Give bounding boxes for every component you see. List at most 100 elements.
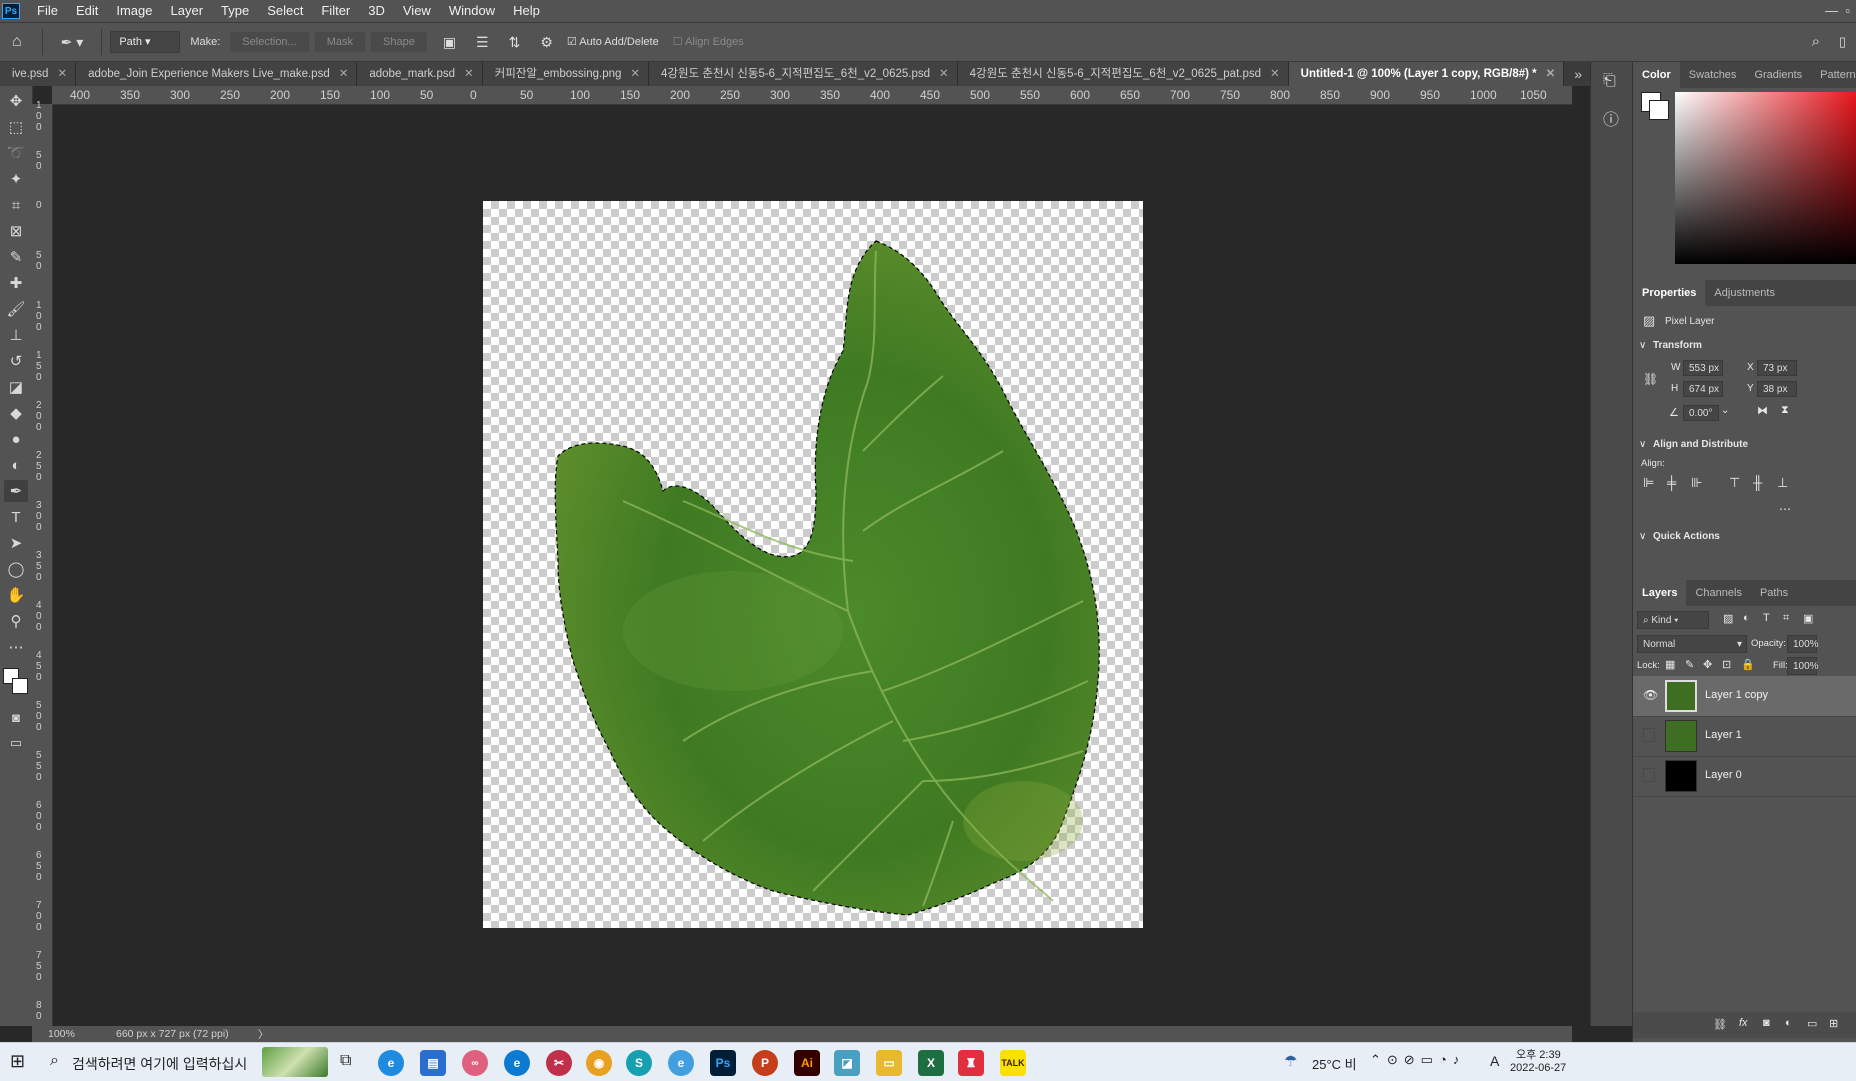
kakaotalk-icon[interactable]: TALK bbox=[1000, 1050, 1026, 1076]
align-middle-v-icon[interactable]: ╫ bbox=[1753, 475, 1762, 490]
eye-icon[interactable]: 👁 bbox=[1643, 688, 1658, 702]
width-field[interactable]: 553 px bbox=[1683, 360, 1723, 376]
menu-3d[interactable]: 3D bbox=[359, 0, 394, 22]
new-group-icon[interactable]: ▭ bbox=[1807, 1017, 1817, 1030]
fx-icon[interactable]: fx bbox=[1739, 1017, 1748, 1029]
chevron-down-icon[interactable]: ∨ bbox=[1639, 340, 1646, 351]
close-icon[interactable]: ✕ bbox=[1270, 68, 1280, 80]
filter-adjustment-icon[interactable]: ◐ bbox=[1743, 612, 1750, 624]
angle-field[interactable]: 0.00° bbox=[1683, 405, 1719, 421]
align-edges-checkbox[interactable]: ☐ Align Edges bbox=[663, 31, 754, 53]
make-selection-button[interactable]: Selection... bbox=[230, 32, 309, 52]
task-view-icon[interactable]: ⧉ bbox=[340, 1052, 351, 1070]
excel-icon[interactable]: X bbox=[918, 1050, 944, 1076]
move-tool-icon[interactable]: ✥ bbox=[4, 90, 28, 112]
filter-shape-icon[interactable]: ⌗ bbox=[1783, 612, 1789, 625]
align-center-h-icon[interactable]: ╪ bbox=[1667, 475, 1676, 490]
add-mask-icon[interactable]: ◙ bbox=[1763, 1017, 1770, 1029]
snipping-icon[interactable]: ✂ bbox=[546, 1050, 572, 1076]
adjustment-layer-icon[interactable]: ◐ bbox=[1785, 1017, 1792, 1029]
edge-icon[interactable]: e bbox=[504, 1050, 530, 1076]
link-icon[interactable]: ⛓ bbox=[1643, 372, 1658, 386]
ie-icon[interactable]: e bbox=[378, 1050, 404, 1076]
chevron-down-icon[interactable]: ∨ bbox=[1639, 439, 1646, 450]
layer-filter-kind-select[interactable]: ⌕ Kind ▾ bbox=[1637, 611, 1709, 629]
close-icon[interactable]: ✕ bbox=[939, 68, 949, 80]
tab-adjustments[interactable]: Adjustments bbox=[1705, 280, 1784, 306]
type-tool-icon[interactable]: T bbox=[4, 506, 28, 528]
align-top-icon[interactable]: ⊤ bbox=[1729, 475, 1740, 491]
tab-swatches[interactable]: Swatches bbox=[1680, 62, 1746, 88]
filter-type-icon[interactable]: T bbox=[1763, 612, 1770, 624]
blend-mode-select[interactable]: Normal ▾ bbox=[1637, 635, 1747, 653]
flip-vertical-icon[interactable]: ⧗ bbox=[1781, 404, 1789, 417]
document-canvas[interactable] bbox=[483, 201, 1143, 928]
zoom-level[interactable]: 100% bbox=[48, 1028, 75, 1040]
layer-row[interactable]: Layer 0 bbox=[1633, 756, 1856, 797]
app-icon[interactable]: ♜ bbox=[958, 1050, 984, 1076]
quick-mask-icon[interactable]: ◙ bbox=[4, 706, 28, 728]
search-icon[interactable]: ⌕ bbox=[1802, 31, 1830, 53]
close-icon[interactable]: ✕ bbox=[339, 68, 349, 80]
layer-name[interactable]: Layer 1 bbox=[1705, 729, 1742, 741]
visibility-toggle[interactable] bbox=[1643, 768, 1655, 782]
healing-brush-tool-icon[interactable]: ✚ bbox=[4, 272, 28, 294]
menu-window[interactable]: Window bbox=[440, 0, 504, 22]
menu-edit[interactable]: Edit bbox=[67, 0, 107, 22]
close-icon[interactable]: ✕ bbox=[464, 68, 474, 80]
chevron-right-icon[interactable]: 〉 bbox=[258, 1027, 269, 1042]
background-color-chip[interactable] bbox=[1649, 100, 1669, 120]
menu-help[interactable]: Help bbox=[504, 0, 549, 22]
y-field[interactable]: 38 px bbox=[1757, 381, 1797, 397]
menu-filter[interactable]: Filter bbox=[312, 0, 359, 22]
more-tools-icon[interactable]: ⋯ bbox=[4, 636, 28, 658]
brush-tool-icon[interactable]: 🖌 bbox=[4, 298, 28, 320]
powerpoint-icon[interactable]: P bbox=[752, 1050, 778, 1076]
stamp-tool-icon[interactable]: ⊥ bbox=[4, 324, 28, 346]
pen-mode-select[interactable]: Path ▾ bbox=[110, 31, 181, 53]
screen-mode-icon[interactable]: ▭ bbox=[4, 732, 28, 754]
taskbar-search-input[interactable]: 검색하려면 여기에 입력하십시 bbox=[72, 1054, 247, 1074]
lock-all-icon[interactable]: 🔒 bbox=[1741, 658, 1755, 671]
history-brush-tool-icon[interactable]: ↺ bbox=[4, 350, 28, 372]
minimize-icon[interactable]: — ▫ bbox=[1825, 0, 1850, 22]
windows-start-icon[interactable]: ⊞ bbox=[10, 1051, 25, 1072]
tab-document[interactable]: 4강원도 춘천시 신동5-6_지적편집도_6천_v2_0625.psd ✕ bbox=[649, 62, 958, 86]
clock-time[interactable]: 오후 2:39 bbox=[1516, 1046, 1561, 1062]
crop-tool-icon[interactable]: ⌗ bbox=[4, 194, 28, 216]
weather-text[interactable]: 25°C 비 bbox=[1312, 1054, 1357, 1073]
tab-paths[interactable]: Paths bbox=[1751, 580, 1797, 606]
search-icon[interactable]: ⌕ bbox=[50, 1052, 59, 1070]
store-icon[interactable]: ▤ bbox=[420, 1050, 446, 1076]
tab-document[interactable]: adobe_mark.psd ✕ bbox=[357, 62, 483, 86]
zoom-tool-icon[interactable]: ⚲ bbox=[4, 610, 28, 632]
visibility-toggle[interactable] bbox=[1643, 728, 1655, 742]
make-shape-button[interactable]: Shape bbox=[371, 32, 427, 52]
lock-artboard-icon[interactable]: ⊡ bbox=[1722, 658, 1731, 671]
close-icon[interactable]: ✕ bbox=[1546, 68, 1556, 80]
chevron-down-icon[interactable]: ⌄ bbox=[1721, 405, 1729, 416]
eyedropper-tool-icon[interactable]: ✎ bbox=[4, 246, 28, 268]
pen-tool-icon[interactable]: ✒ bbox=[4, 480, 28, 502]
layer-row[interactable]: Layer 1 bbox=[1633, 716, 1856, 757]
color-picker-field[interactable] bbox=[1675, 92, 1856, 264]
path-operations-icon[interactable]: ▣ bbox=[433, 31, 466, 53]
home-icon[interactable]: ⌂ bbox=[0, 31, 34, 53]
menu-layer[interactable]: Layer bbox=[162, 0, 213, 22]
menu-type[interactable]: Type bbox=[212, 0, 258, 22]
tab-color[interactable]: Color bbox=[1633, 62, 1680, 88]
app-icon[interactable]: ◪ bbox=[834, 1050, 860, 1076]
flip-horizontal-icon[interactable]: ⧓ bbox=[1757, 404, 1768, 417]
layer-name[interactable]: Layer 0 bbox=[1705, 769, 1742, 781]
history-panel-icon[interactable]: ⎗ bbox=[1603, 72, 1616, 90]
gear-icon[interactable]: ⚙ bbox=[530, 31, 563, 53]
ime-indicator[interactable]: A bbox=[1490, 1053, 1499, 1069]
illustrator-icon[interactable]: Ai bbox=[794, 1050, 820, 1076]
tab-document[interactable]: adobe_Join Experience Makers Live_make.p… bbox=[76, 62, 358, 86]
menu-image[interactable]: Image bbox=[107, 0, 161, 22]
blur-tool-icon[interactable]: ● bbox=[4, 428, 28, 450]
path-arrangement-icon[interactable]: ⇅ bbox=[499, 31, 531, 53]
frame-tool-icon[interactable]: ⊠ bbox=[4, 220, 28, 242]
make-mask-button[interactable]: Mask bbox=[314, 32, 365, 52]
close-icon[interactable]: ✕ bbox=[57, 68, 67, 80]
